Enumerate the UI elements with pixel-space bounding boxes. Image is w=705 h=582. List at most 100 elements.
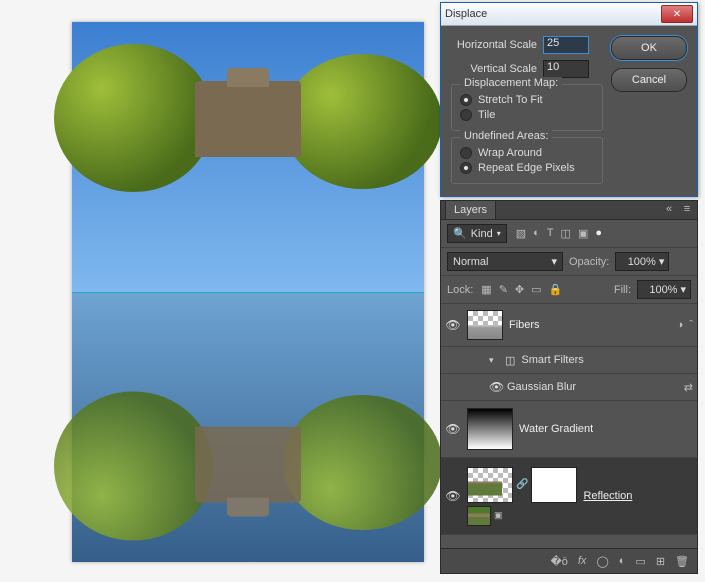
radio-icon (460, 162, 472, 174)
tree-foliage (54, 44, 212, 193)
radio-icon (460, 109, 472, 121)
filter-gaussian-blur[interactable]: 👁 Gaussian Blur ⇄ (441, 374, 697, 401)
filter-shape-icon[interactable]: ◫ (561, 227, 571, 240)
displacement-map-group: Displacement Map: Stretch To Fit Tile (451, 84, 603, 131)
fill-input[interactable]: 100% ▾ (637, 280, 691, 299)
visibility-toggle[interactable]: 👁 (489, 380, 501, 394)
layer-thumb-content (468, 468, 502, 496)
new-layer-icon[interactable]: ⊞ (656, 555, 665, 568)
group-icon[interactable]: ▭ (635, 555, 645, 568)
close-button[interactable]: ✕ (661, 5, 693, 23)
ok-button[interactable]: OK (611, 36, 687, 60)
visibility-toggle[interactable]: 👁 (445, 489, 461, 503)
smart-object-icon: ◫ (505, 354, 515, 367)
layers-panel: Layers « ≡ 🔍 Kind ▾ ▧ ◐ T ◫ ▣ ● Normal ▾… (440, 200, 698, 574)
filter-effects-icon[interactable]: ◑ (677, 319, 684, 331)
mask-thumb[interactable] (531, 467, 577, 503)
lock-all-icon[interactable]: 🔒 (549, 283, 563, 296)
temple-reflection (195, 427, 301, 503)
tree-foliage (283, 54, 441, 189)
opacity-input[interactable]: 100% ▾ (615, 252, 669, 271)
lock-artboard-icon[interactable]: ▭ (531, 283, 541, 296)
link-layers-icon[interactable]: �ō (550, 555, 567, 568)
image-top (72, 22, 424, 292)
collapse-icon[interactable]: ˆ (689, 319, 693, 331)
blend-mode-value: Normal (453, 256, 488, 268)
hscale-input[interactable]: 25 (543, 36, 589, 54)
radio-stretch-to-fit[interactable]: Stretch To Fit (460, 94, 594, 106)
filter-pixel-icon[interactable]: ▧ (516, 227, 526, 240)
radio-label: Repeat Edge Pixels (478, 162, 575, 174)
image-reflection (72, 292, 424, 562)
fill-label: Fill: (614, 284, 631, 296)
smart-filters-label: Smart Filters (521, 354, 583, 366)
smart-source-thumb[interactable] (467, 506, 491, 526)
chevron-down-icon[interactable]: ▾ (489, 355, 499, 366)
dialog-titlebar[interactable]: Displace ✕ (441, 3, 697, 26)
radio-label: Wrap Around (478, 147, 542, 159)
tree-foliage-reflection (54, 392, 212, 541)
close-icon: ✕ (673, 9, 681, 20)
fill-value: 100% (649, 284, 677, 296)
fx-icon[interactable]: fx (578, 555, 587, 567)
radio-icon (460, 147, 472, 159)
vscale-label: Vertical Scale (451, 63, 537, 75)
filter-smart-icon[interactable]: ▣ (578, 227, 588, 240)
radio-wrap-around[interactable]: Wrap Around (460, 147, 594, 159)
undefined-areas-group: Undefined Areas: Wrap Around Repeat Edge… (451, 137, 603, 184)
filter-options-icon[interactable]: ⇄ (684, 381, 693, 394)
filter-adjust-icon[interactable]: ◐ (533, 227, 540, 240)
lock-pixels-icon[interactable]: ✎ (499, 283, 508, 296)
link-icon[interactable]: 🔗 (516, 479, 528, 490)
visibility-toggle[interactable]: 👁 (445, 422, 461, 436)
chevron-down-icon: ▾ (497, 229, 501, 238)
layer-thumb[interactable] (467, 467, 513, 503)
layer-fibers[interactable]: 👁 Fibers ◑ ˆ (441, 304, 697, 347)
collapse-icon[interactable]: « (663, 203, 675, 215)
hscale-label: Horizontal Scale (451, 39, 537, 51)
lock-position-icon[interactable]: ✥ (515, 283, 524, 296)
radio-repeat-edge[interactable]: Repeat Edge Pixels (460, 162, 594, 174)
temple-structure (195, 81, 301, 157)
radio-tile[interactable]: Tile (460, 109, 594, 121)
add-mask-icon[interactable]: ◯ (596, 555, 608, 568)
cancel-button[interactable]: Cancel (611, 68, 687, 92)
guide-line[interactable] (72, 292, 424, 293)
kind-filter-dropdown[interactable]: 🔍 Kind ▾ (447, 224, 507, 243)
chevron-down-icon: ▾ (680, 283, 686, 296)
blend-mode-dropdown[interactable]: Normal ▾ (447, 252, 563, 271)
visibility-toggle[interactable]: 👁 (445, 318, 461, 332)
lock-transparent-icon[interactable]: ▦ (481, 283, 491, 296)
filter-row: 🔍 Kind ▾ ▧ ◐ T ◫ ▣ ● (441, 220, 697, 248)
layer-reflection[interactable]: 👁 🔗 ▣ Reflection (441, 458, 697, 535)
radio-icon (460, 94, 472, 106)
filter-toggle-icon[interactable]: ● (595, 227, 602, 240)
layer-name[interactable]: Fibers (509, 319, 540, 331)
smart-object-badge-icon: ▣ (494, 510, 503, 521)
layer-name[interactable]: Water Gradient (519, 423, 593, 435)
smart-filters-row[interactable]: ▾ ◫ Smart Filters (441, 347, 697, 374)
displace-dialog: Displace ✕ Horizontal Scale 25 Vertical … (440, 2, 698, 197)
search-icon: 🔍 (453, 227, 467, 240)
delete-icon[interactable]: 🗑 (675, 555, 689, 568)
panel-menu-icon[interactable]: ≡ (681, 203, 693, 215)
layer-water-gradient[interactable]: 👁 Water Gradient (441, 401, 697, 458)
document-canvas[interactable] (72, 22, 424, 562)
filter-name[interactable]: Gaussian Blur (507, 381, 576, 393)
layer-thumb[interactable] (467, 408, 513, 450)
lock-label: Lock: (447, 284, 473, 296)
tree-foliage-reflection (283, 395, 441, 530)
kind-label: Kind (471, 228, 493, 240)
vscale-input[interactable]: 10 (543, 60, 589, 78)
dialog-title: Displace (445, 8, 661, 20)
filter-type-icon[interactable]: T (547, 227, 554, 240)
radio-label: Tile (478, 109, 495, 121)
layer-name[interactable]: Reflection (583, 490, 632, 502)
chevron-down-icon: ▾ (551, 255, 557, 268)
layers-tab[interactable]: Layers (445, 200, 496, 219)
chevron-down-icon: ▾ (659, 255, 665, 268)
adjustment-layer-icon[interactable]: ◐ (619, 555, 626, 567)
layers-list: 👁 Fibers ◑ ˆ ▾ ◫ Smart Filters 👁 Gaussia… (441, 304, 697, 535)
panel-footer: �ō fx ◯ ◐ ▭ ⊞ 🗑 (441, 548, 697, 573)
panel-tabbar: Layers « ≡ (441, 201, 697, 220)
